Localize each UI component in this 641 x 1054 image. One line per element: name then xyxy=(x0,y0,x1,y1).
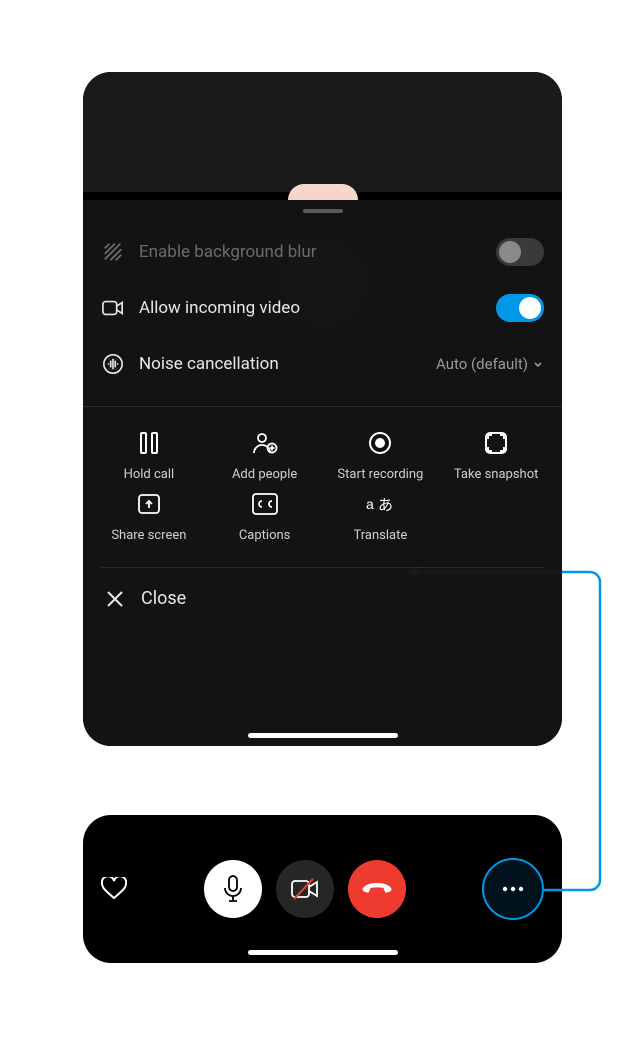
row-background-blur: Enable background blur xyxy=(101,224,544,280)
call-bar xyxy=(83,815,562,963)
action-take-snapshot[interactable]: Take snapshot xyxy=(440,429,552,482)
dropdown-value-text: Auto (default) xyxy=(436,355,528,373)
action-captions[interactable]: Captions xyxy=(209,490,321,543)
svg-text:あ: あ xyxy=(378,497,393,514)
action-translate[interactable]: a あ Translate xyxy=(325,490,437,543)
avatar xyxy=(288,184,358,200)
camera-button[interactable] xyxy=(276,860,334,918)
action-share-screen[interactable]: Share screen xyxy=(93,490,205,543)
microphone-icon xyxy=(222,875,244,903)
action-label: Translate xyxy=(353,528,407,543)
panel-header xyxy=(83,72,562,192)
toggle-incoming-video[interactable] xyxy=(496,294,544,322)
toggle-background-blur[interactable] xyxy=(496,238,544,266)
home-indicator xyxy=(248,733,398,738)
chevron-down-icon xyxy=(532,358,544,370)
translate-icon: a あ xyxy=(366,490,394,518)
action-label: Add people xyxy=(232,467,297,482)
close-icon xyxy=(105,589,125,609)
video-off-icon xyxy=(291,878,319,900)
action-label: Start recording xyxy=(337,467,423,482)
action-start-recording[interactable]: Start recording xyxy=(325,429,437,482)
action-hold-call[interactable]: Hold call xyxy=(93,429,205,482)
action-label: Hold call xyxy=(124,467,175,482)
end-call-button[interactable] xyxy=(348,860,406,918)
home-indicator xyxy=(248,950,398,955)
record-icon xyxy=(366,429,394,457)
more-options-button[interactable] xyxy=(482,858,544,920)
blur-icon xyxy=(101,240,125,264)
svg-text:a: a xyxy=(366,496,374,512)
more-icon xyxy=(502,886,524,892)
close-label: Close xyxy=(141,588,186,609)
row-label: Allow incoming video xyxy=(139,298,482,318)
add-person-icon xyxy=(251,429,279,457)
action-add-people[interactable]: Add people xyxy=(209,429,321,482)
row-label: Enable background blur xyxy=(139,242,482,262)
noise-cancel-icon xyxy=(101,352,125,376)
options-sheet: Enable background blur Allow incoming vi… xyxy=(83,200,562,746)
mute-button[interactable] xyxy=(204,860,262,918)
drag-handle-icon[interactable] xyxy=(303,209,343,213)
call-options-panel: Enable background blur Allow incoming vi… xyxy=(83,72,562,746)
row-label: Noise cancellation xyxy=(139,354,422,374)
actions-grid: Hold call Add people Start recording xyxy=(83,407,562,561)
action-label: Take snapshot xyxy=(454,467,539,482)
row-noise-cancellation[interactable]: Noise cancellation Auto (default) xyxy=(101,336,544,392)
react-button[interactable] xyxy=(101,876,127,902)
action-label: Share screen xyxy=(111,528,186,543)
pause-icon xyxy=(135,429,163,457)
row-incoming-video: Allow incoming video xyxy=(101,280,544,336)
snapshot-icon xyxy=(482,429,510,457)
noise-cancel-dropdown[interactable]: Auto (default) xyxy=(436,355,544,373)
share-screen-icon xyxy=(135,490,163,518)
action-label: Captions xyxy=(239,528,291,543)
captions-icon xyxy=(251,490,279,518)
hangup-icon xyxy=(362,882,392,896)
video-icon xyxy=(101,296,125,320)
close-button[interactable]: Close xyxy=(83,568,562,629)
